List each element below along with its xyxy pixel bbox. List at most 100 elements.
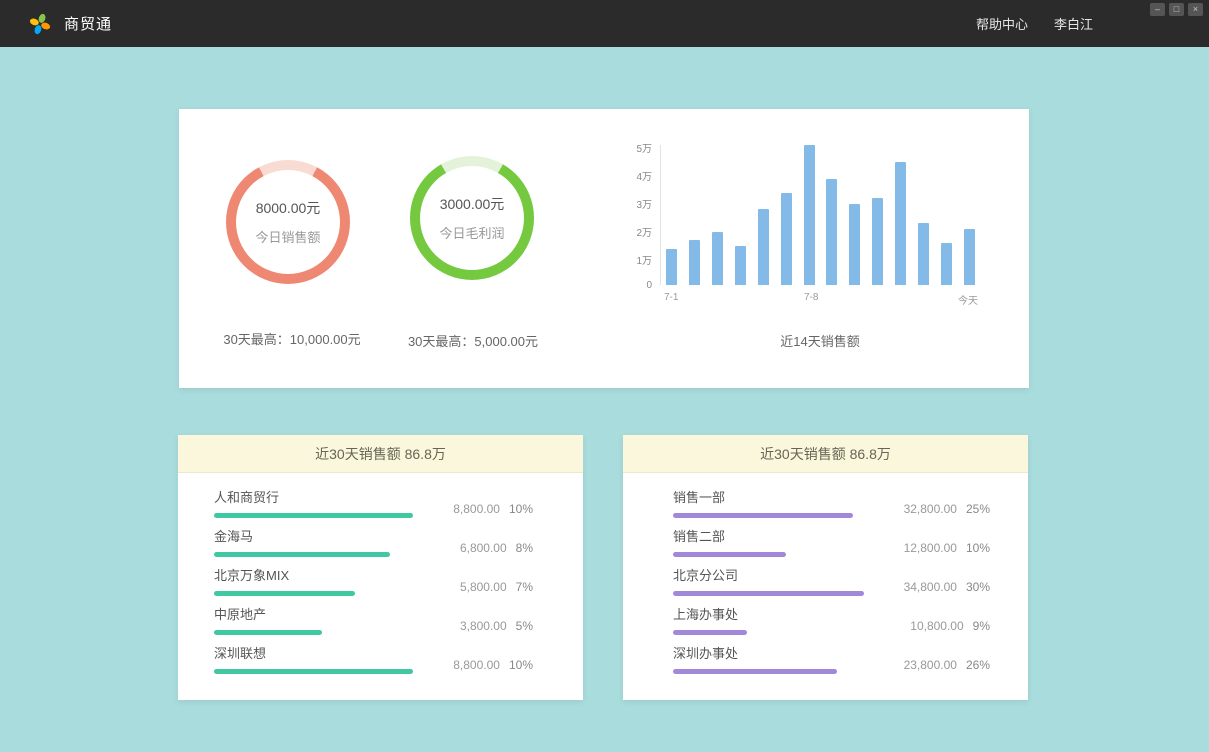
today-profit-value: 3000.00元 <box>440 194 505 214</box>
chart-bar <box>735 246 746 285</box>
sales-30day-max: 30天最高：10,000.00元 <box>192 329 392 348</box>
user-name-link[interactable]: 李白江 <box>1054 14 1093 33</box>
chart-bar <box>826 179 837 285</box>
titlebar-left: 商贸通 <box>28 12 112 36</box>
list-item: 北京分公司 34,800.0030% <box>623 569 1028 596</box>
progress-track <box>214 630 421 635</box>
y-axis-tick: 4万 <box>624 168 652 183</box>
row-name: 中原地产 <box>214 604 421 623</box>
list-item: 北京万象MIX 5,800.007% <box>178 569 583 596</box>
app-logo-icon <box>28 12 52 36</box>
list-item: 深圳联想 8,800.0010% <box>178 647 583 674</box>
donut-inner: 3000.00元 今日毛利润 <box>420 166 524 270</box>
titlebar-right: 帮助中心 李白江 <box>976 14 1093 33</box>
today-sales-label: 今日销售额 <box>255 227 320 246</box>
row-value: 23,800.00 <box>904 658 957 672</box>
row-percent: 10% <box>509 658 533 672</box>
row-name: 人和商贸行 <box>214 487 421 506</box>
y-axis-tick: 2万 <box>624 224 652 239</box>
row-percent: 8% <box>516 541 533 555</box>
chart-bar <box>941 243 952 285</box>
today-profit-label: 今日毛利润 <box>439 223 504 242</box>
progress-track <box>673 669 878 674</box>
donut-inner: 8000.00元 今日销售额 <box>236 170 340 274</box>
help-center-link[interactable]: 帮助中心 <box>976 14 1028 33</box>
row-name: 销售二部 <box>673 526 878 545</box>
list-item: 人和商贸行 8,800.0010% <box>178 491 583 518</box>
row-value: 32,800.00 <box>904 502 957 516</box>
y-axis-tick: 1万 <box>624 252 652 267</box>
progress-bar <box>673 552 786 557</box>
row-value: 34,800.00 <box>904 580 957 594</box>
progress-bar <box>214 669 413 674</box>
progress-track <box>214 591 421 596</box>
list-item: 深圳办事处 23,800.0026% <box>623 647 1028 674</box>
row-name: 深圳办事处 <box>673 643 878 662</box>
progress-track <box>673 591 878 596</box>
sales-bar-chart-plot <box>660 145 980 285</box>
today-profit-donut-chart: 3000.00元 今日毛利润 <box>410 156 534 280</box>
maximize-button[interactable]: □ <box>1169 3 1184 16</box>
progress-bar <box>214 513 413 518</box>
x-axis-tick: 7-8 <box>804 292 818 303</box>
progress-track <box>214 669 421 674</box>
list-item: 金海马 6,800.008% <box>178 530 583 557</box>
overview-card: 8000.00元 今日销售额 30天最高：10,000.00元 3000.00元… <box>179 109 1029 388</box>
chart-bar <box>804 145 815 285</box>
list-item: 销售二部 12,800.0010% <box>623 530 1028 557</box>
row-name: 北京分公司 <box>673 565 878 584</box>
x-axis-tick: 7-1 <box>664 292 678 303</box>
titlebar: 商贸通 帮助中心 李白江 – □ × <box>0 0 1209 47</box>
progress-bar <box>673 630 747 635</box>
customer-sales-list: 人和商贸行 8,800.0010% 金海马 6,800.008% 北京万象MIX <box>178 473 583 674</box>
department-sales-card: 近30天销售额 86.8万 销售一部 32,800.0025% 销售二部 12,… <box>623 435 1028 700</box>
sales-14day-bar-chart: 5万4万3万2万1万0 7-1 7-8 今天 近14天销售额 <box>624 129 999 369</box>
chart-bar <box>758 209 769 285</box>
list-item: 销售一部 32,800.0025% <box>623 491 1028 518</box>
row-percent: 7% <box>516 580 533 594</box>
chart-bar <box>712 232 723 285</box>
row-name: 上海办事处 <box>673 604 878 623</box>
card-title: 近30天销售额 86.8万 <box>623 435 1028 473</box>
app-title: 商贸通 <box>64 13 112 34</box>
row-percent: 10% <box>966 541 990 555</box>
row-name: 北京万象MIX <box>214 565 421 584</box>
close-button[interactable]: × <box>1188 3 1203 16</box>
row-value: 8,800.00 <box>453 502 500 516</box>
row-value: 6,800.00 <box>460 541 507 555</box>
y-axis-tick: 5万 <box>624 140 652 155</box>
chart-bar <box>895 162 906 285</box>
y-axis: 5万4万3万2万1万0 <box>624 145 652 285</box>
chart-bar <box>964 229 975 285</box>
row-name: 金海马 <box>214 526 421 545</box>
row-value: 10,800.00 <box>910 619 963 633</box>
chart-bar <box>872 198 883 285</box>
progress-track <box>673 552 878 557</box>
progress-track <box>673 630 878 635</box>
row-value: 3,800.00 <box>460 619 507 633</box>
row-value: 5,800.00 <box>460 580 507 594</box>
row-value: 12,800.00 <box>904 541 957 555</box>
progress-bar <box>673 513 853 518</box>
chart-bar <box>849 204 860 285</box>
chart-bar <box>918 223 929 285</box>
x-axis-tick: 今天 <box>958 292 978 307</box>
row-percent: 26% <box>966 658 990 672</box>
today-sales-value: 8000.00元 <box>256 198 321 218</box>
progress-track <box>214 552 421 557</box>
x-axis: 7-1 7-8 今天 <box>660 292 980 306</box>
department-sales-list: 销售一部 32,800.0025% 销售二部 12,800.0010% 北京分公… <box>623 473 1028 674</box>
chart-bar <box>781 193 792 285</box>
row-name: 深圳联想 <box>214 643 421 662</box>
row-percent: 25% <box>966 502 990 516</box>
minimize-button[interactable]: – <box>1150 3 1165 16</box>
chart-bar <box>666 249 677 285</box>
list-item: 中原地产 3,800.005% <box>178 608 583 635</box>
today-sales-donut-chart: 8000.00元 今日销售额 <box>226 160 350 284</box>
window-controls: – □ × <box>1150 3 1203 16</box>
card-title: 近30天销售额 86.8万 <box>178 435 583 473</box>
chart-caption: 近14天销售额 <box>660 331 980 350</box>
progress-bar <box>214 630 322 635</box>
progress-bar <box>214 591 355 596</box>
progress-track <box>673 513 878 518</box>
